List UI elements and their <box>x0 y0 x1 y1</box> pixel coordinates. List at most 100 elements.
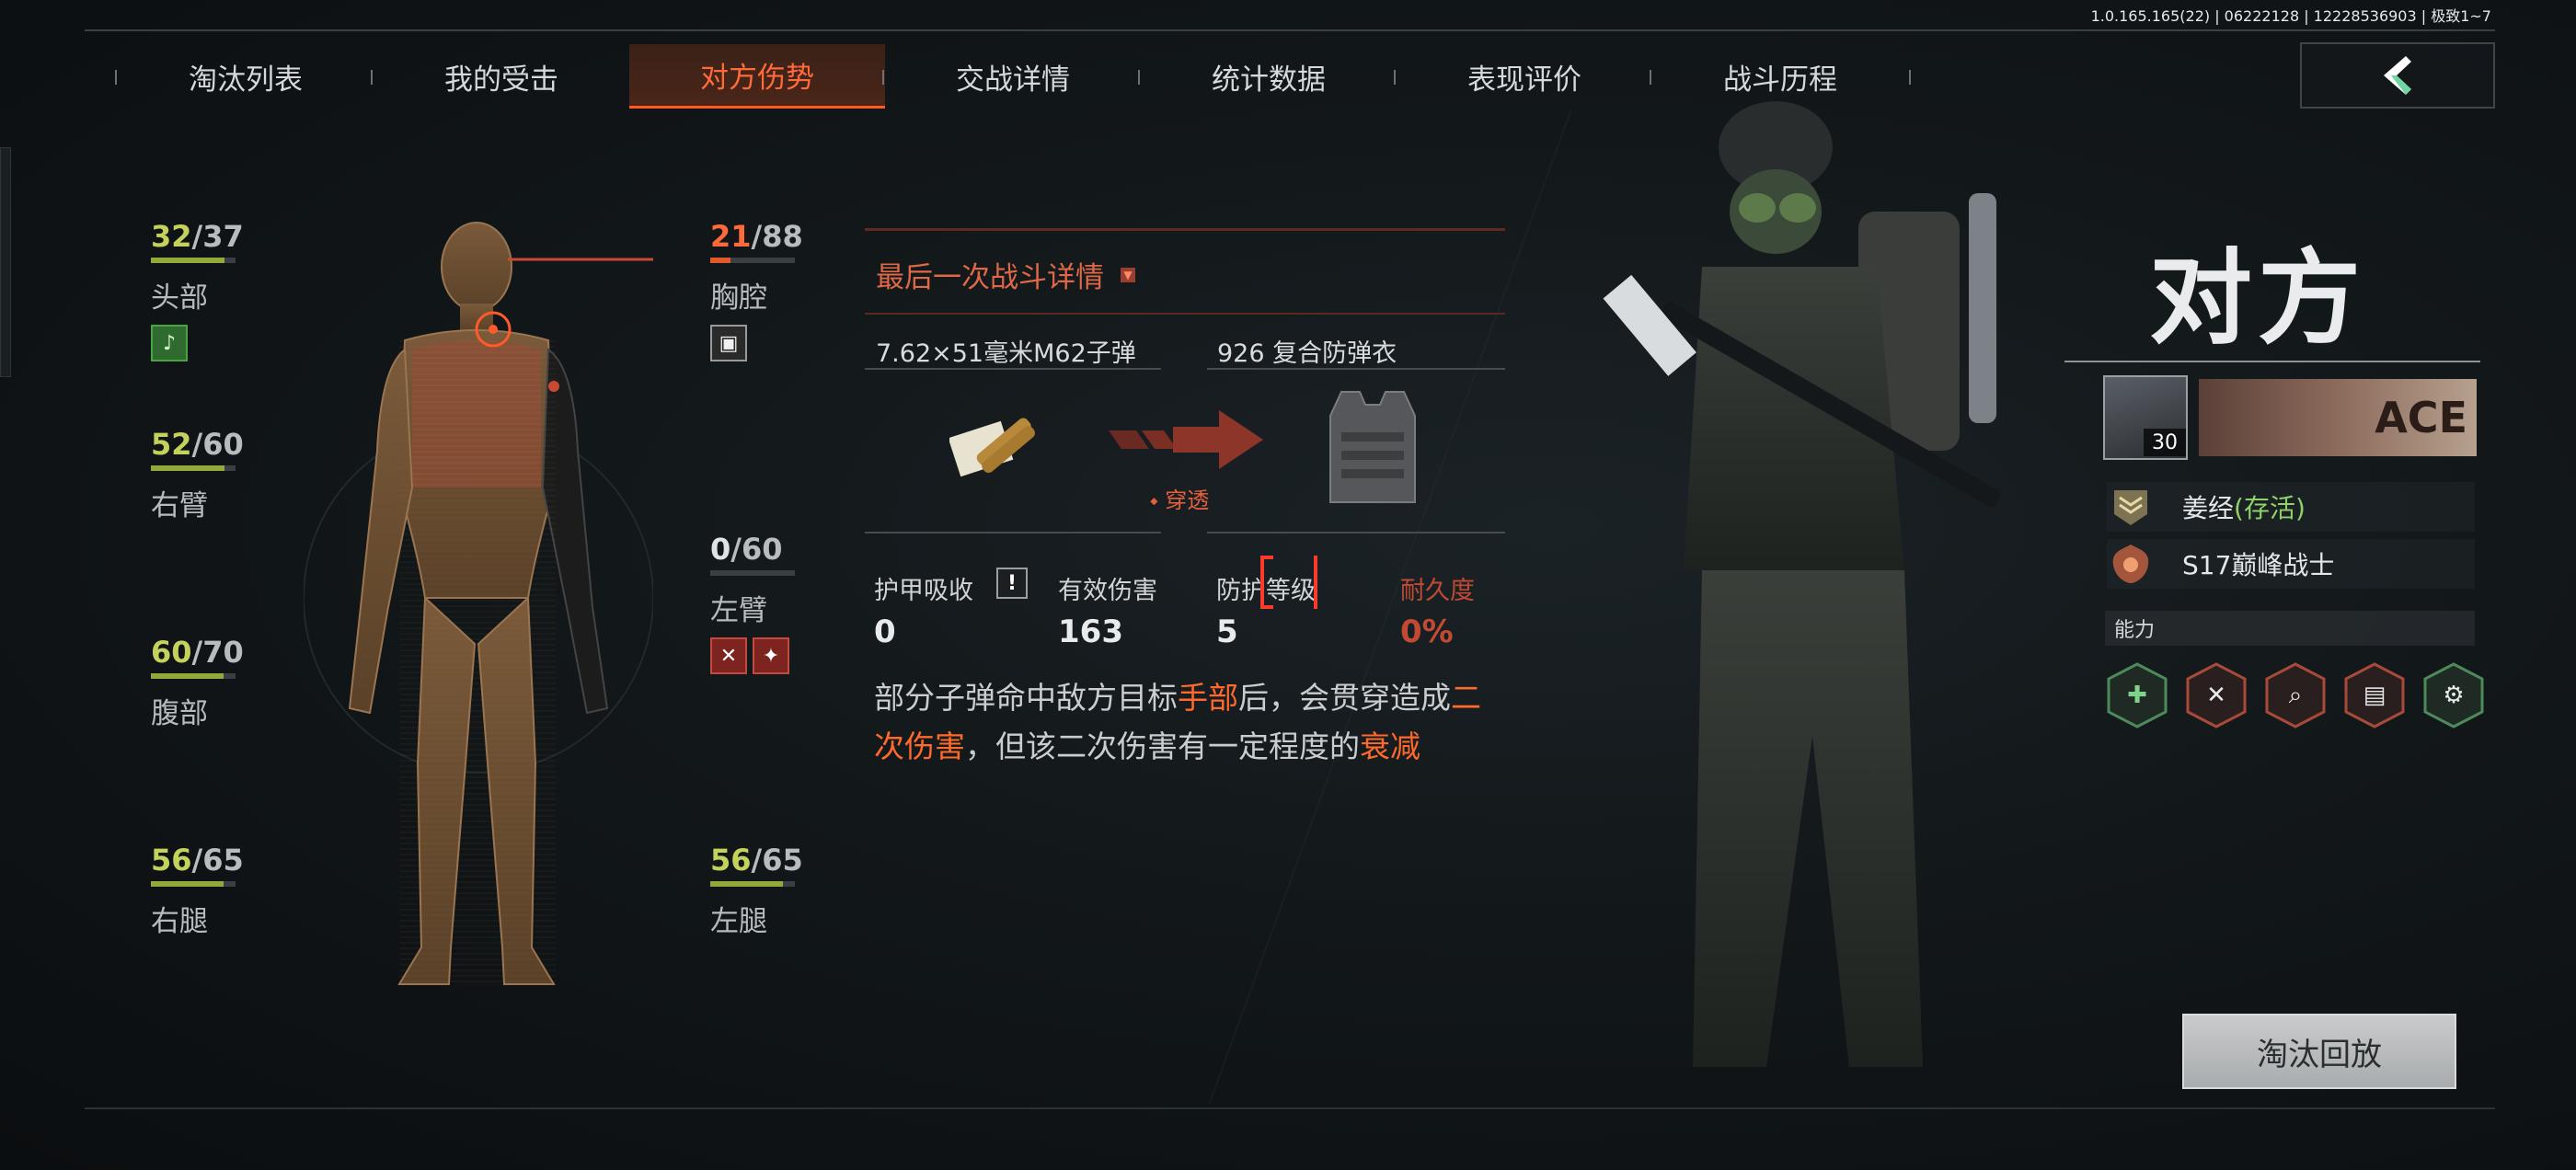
left-leg-max: /65 <box>751 843 803 878</box>
tab-label: 对方伤势 <box>700 62 814 95</box>
right-leg-hp: 56 <box>151 843 192 878</box>
stat-effective-damage: 有效伤害 163 <box>1058 570 1157 650</box>
banner-text: ACE <box>2375 393 2467 442</box>
player-name-row: 姜经(存活) <box>2107 482 2475 532</box>
back-arrow-icon <box>2384 56 2411 95</box>
part-chest: 21/88 胸腔 ▣ <box>710 219 811 361</box>
right-arm-hp-bar <box>151 465 236 471</box>
bullet-underline <box>865 368 1161 370</box>
back-button[interactable] <box>2300 42 2495 109</box>
tab-elimination-list[interactable]: 淘汰列表 <box>115 44 374 109</box>
stat-value: 5 <box>1216 614 1238 650</box>
ability-label: 能力 <box>2105 611 2475 646</box>
opponent-divider <box>2064 361 2480 362</box>
stats-divider-left <box>865 532 1161 533</box>
player-rank-row: S17巅峰战士 <box>2107 539 2475 589</box>
tab-label: 表现评价 <box>1467 63 1581 97</box>
ability-search-icon[interactable]: ⌕ <box>2265 662 2326 728</box>
stat-value: 0% <box>1400 614 1454 650</box>
top-divider <box>85 29 2495 31</box>
last-fight-dropdown[interactable]: 最后一次战斗详情 ▼ <box>876 254 1135 295</box>
ability-document-icon[interactable]: ▤ <box>2344 662 2405 728</box>
stats-divider-right <box>1207 532 1505 533</box>
rank-chevron-icon <box>2107 483 2155 531</box>
tab-label: 战斗历程 <box>1723 63 1837 97</box>
head-hp: 32 <box>151 219 192 254</box>
abdomen-hp-bar <box>151 673 236 679</box>
left-arm-max: /60 <box>730 532 783 567</box>
chest-hp-bar <box>710 258 795 263</box>
penetration-arrow-icon <box>1109 410 1263 469</box>
left-leg-label: 左腿 <box>710 905 767 938</box>
player-rank: S17巅峰战士 <box>2182 550 2335 580</box>
info-icon[interactable]: ! <box>996 568 1028 599</box>
stat-label: 有效伤害 <box>1058 577 1157 605</box>
stat-value: 163 <box>1058 614 1123 650</box>
tab-enemy-injuries[interactable]: 对方伤势 <box>629 44 885 109</box>
left-leg-hp: 56 <box>710 843 752 878</box>
opponent-operator-model <box>1603 101 2001 1067</box>
part-right-leg: 56/65 右腿 <box>151 843 252 939</box>
ability-list: ✚ ✕ ⌕ ▤ ⚙ <box>2107 662 2484 728</box>
elimination-replay-button[interactable]: 淘汰回放 <box>2182 1014 2456 1089</box>
armor-underline <box>1207 368 1505 370</box>
desc-text: ，但该二次伤害有一定程度的 <box>965 728 1360 764</box>
bottom-divider <box>85 1107 2495 1109</box>
ability-weapon-icon[interactable]: ✕ <box>2186 662 2247 728</box>
desc-text: 部分子弹命中敌方目标 <box>874 680 1178 716</box>
chest-label: 胸腔 <box>710 281 767 315</box>
abdomen-max: /70 <box>191 635 244 670</box>
tab-label: 交战详情 <box>956 63 1070 97</box>
abdomen-hp: 60 <box>151 635 192 670</box>
opponent-title: 对方 <box>2149 239 2366 359</box>
desc-highlight: 衰减 <box>1360 728 1420 764</box>
desc-highlight: 手部 <box>1178 680 1238 716</box>
chest-max: /88 <box>751 219 803 254</box>
desc-text: 后，会贯穿造成 <box>1238 680 1451 716</box>
chevron-down-icon: ▼ <box>1121 267 1135 282</box>
right-leg-max: /65 <box>191 843 244 878</box>
side-rail <box>0 147 11 377</box>
bullet-name: 7.62×51毫米M62子弹 <box>876 339 1136 368</box>
part-abdomen: 60/70 腹部 <box>151 635 252 731</box>
tab-my-hits[interactable]: 我的受击 <box>371 44 629 109</box>
part-left-leg: 56/65 左腿 <box>710 843 811 939</box>
part-left-arm: 0/60 左臂 ✕ ✦ <box>710 532 811 674</box>
ability-medic-icon[interactable]: ✚ <box>2107 662 2168 728</box>
broken-limb-icon: ✕ <box>710 637 747 674</box>
tab-engagement-details[interactable]: 交战详情 <box>882 44 1141 109</box>
panel-divider <box>865 313 1505 315</box>
ear-icon: ♪ <box>151 325 188 361</box>
abdomen-label: 腹部 <box>151 697 208 730</box>
left-arm-hp: 0 <box>710 532 731 567</box>
tab-statistics[interactable]: 统计数据 <box>1138 44 1397 109</box>
player-name: 姜经 <box>2182 493 2235 523</box>
part-right-arm: 52/60 右臂 <box>151 427 252 523</box>
right-arm-label: 右臂 <box>151 489 208 522</box>
player-level: 30 <box>2144 429 2186 456</box>
stat-armor-absorb: 护甲吸收 0 <box>874 570 973 650</box>
stat-label: 耐久度 <box>1400 577 1475 605</box>
tab-label: 我的受击 <box>444 63 558 97</box>
player-banner: ACE <box>2199 379 2477 456</box>
stat-durability: 耐久度 0% <box>1400 570 1475 650</box>
stat-value: 0 <box>874 614 896 650</box>
bandage-icon: ▣ <box>710 325 747 361</box>
body-figure <box>304 222 653 985</box>
armor-vest-icon <box>1329 391 1416 503</box>
right-leg-label: 右腿 <box>151 905 208 938</box>
left-leg-hp-bar <box>710 881 795 887</box>
right-arm-max: /60 <box>191 427 244 462</box>
part-head: 32/37 头部 ♪ <box>151 219 252 361</box>
head-max: /37 <box>191 219 244 254</box>
penetrate-text: 穿透 <box>1165 488 1210 513</box>
penetrate-label: ⬩ 穿透 <box>1150 482 1209 514</box>
stat-label: 护甲吸收 <box>874 577 973 605</box>
bullet-icon <box>949 418 1035 477</box>
tab-label: 统计数据 <box>1212 63 1326 97</box>
right-arm-hp: 52 <box>151 427 192 462</box>
tab-label: 淘汰列表 <box>189 63 303 97</box>
right-leg-hp-bar <box>151 881 236 887</box>
ability-gadget-icon[interactable]: ⚙ <box>2423 662 2484 728</box>
penetration-description: 部分子弹命中敌方目标手部后，会贯穿造成二次伤害，但该二次伤害有一定程度的衰减 <box>874 673 1500 771</box>
